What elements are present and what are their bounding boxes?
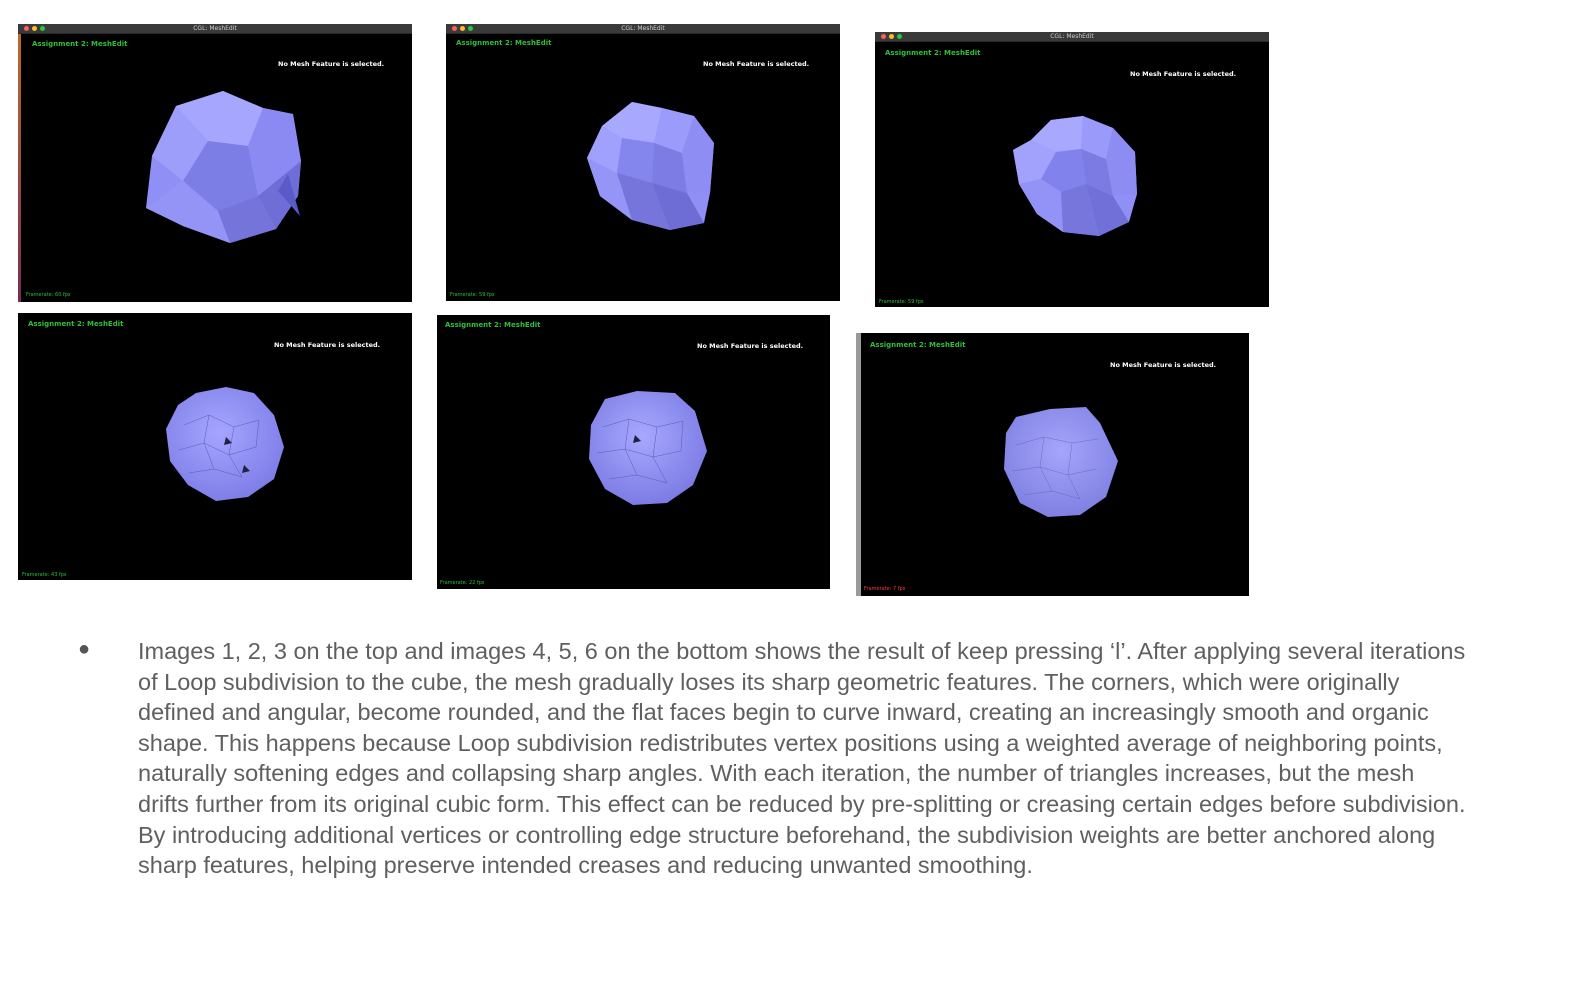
app-title: Assignment 2: MeshEdit xyxy=(870,341,966,349)
selection-status: No Mesh Feature is selected. xyxy=(697,342,804,350)
description-paragraph: Images 1, 2, 3 on the top and images 4, … xyxy=(138,638,1466,879)
app-title: Assignment 2: MeshEdit xyxy=(28,320,124,328)
app-title: Assignment 2: MeshEdit xyxy=(885,49,981,57)
framerate-label: Framerate: 22 fps xyxy=(440,580,485,586)
meshedit-screenshot-1: CGL: MeshEdit Assignment 2: MeshEdit No … xyxy=(18,24,412,302)
mesh-viewport[interactable] xyxy=(1002,405,1122,521)
window-titlebar[interactable]: CGL: MeshEdit xyxy=(18,24,412,34)
selection-status: No Mesh Feature is selected. xyxy=(703,60,810,68)
framerate-label: Framerate: 59 fps xyxy=(450,292,495,298)
meshedit-screenshot-5: Assignment 2: MeshEdit No Mesh Feature i… xyxy=(437,315,830,589)
mesh-shape xyxy=(1004,407,1118,517)
framerate-label: Framerate: 43 fps xyxy=(22,572,67,578)
selection-status: No Mesh Feature is selected. xyxy=(1130,70,1237,78)
mesh-shape xyxy=(589,391,707,505)
framerate-label: Framerate: 60 fps xyxy=(26,292,71,298)
window-title: CGL: MeshEdit xyxy=(1050,33,1094,40)
window-titlebar[interactable]: CGL: MeshEdit xyxy=(446,24,840,34)
window-title: CGL: MeshEdit xyxy=(621,25,665,32)
mesh-viewport[interactable] xyxy=(585,389,709,507)
window-titlebar[interactable]: CGL: MeshEdit xyxy=(875,32,1269,42)
selection-status: No Mesh Feature is selected. xyxy=(274,341,381,349)
framerate-label: Framerate: 59 fps xyxy=(879,299,924,305)
selection-status: No Mesh Feature is selected. xyxy=(1110,361,1217,369)
bullet-marker: ● xyxy=(78,638,91,660)
app-title: Assignment 2: MeshEdit xyxy=(32,40,128,48)
mesh-viewport[interactable] xyxy=(582,98,722,233)
mesh-viewport[interactable] xyxy=(1011,114,1141,239)
framerate-label: Framerate: 7 fps xyxy=(864,586,906,592)
meshedit-screenshot-2: CGL: MeshEdit Assignment 2: MeshEdit No … xyxy=(446,24,840,301)
app-title: Assignment 2: MeshEdit xyxy=(445,321,541,329)
meshedit-screenshot-3: CGL: MeshEdit Assignment 2: MeshEdit No … xyxy=(875,32,1269,307)
app-title: Assignment 2: MeshEdit xyxy=(456,39,552,47)
window-title: CGL: MeshEdit xyxy=(193,25,237,32)
meshedit-screenshot-4: Assignment 2: MeshEdit No Mesh Feature i… xyxy=(18,313,412,580)
desktop-edge xyxy=(856,333,861,596)
selection-status: No Mesh Feature is selected. xyxy=(278,60,385,68)
mesh-viewport[interactable] xyxy=(138,86,328,246)
desktop-edge xyxy=(18,33,21,302)
meshedit-screenshot-6: Assignment 2: MeshEdit No Mesh Feature i… xyxy=(856,333,1249,596)
mesh-viewport[interactable] xyxy=(164,385,286,503)
